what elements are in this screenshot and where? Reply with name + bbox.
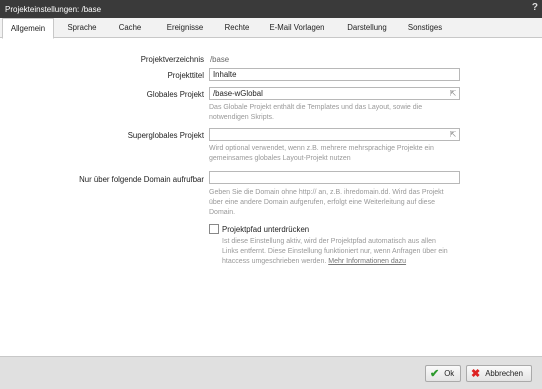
cancel-button[interactable]: ✖ Abbrechen [466,365,532,382]
globales-projekt-field[interactable]: /base-wGlobal [209,87,460,100]
projektpfad-hint-1: Ist diese Einstellung aktiv, wird der Pr… [222,238,436,245]
projektpfad-label[interactable]: Projektpfad unterdrücken [222,225,309,234]
tab-email-vorlagen[interactable]: E-Mail Vorlagen [263,18,331,38]
ok-button[interactable]: ✔ Ok [425,365,461,382]
superglobales-projekt-hint-2: gemeinsames globales Layout-Projekt nutz… [209,155,351,162]
domain-hint-3: Domain. [209,209,236,216]
projektpfad-hint-3: htaccess umgeschrieben werden. Mehr Info… [222,257,406,267]
projektpfad-hint-2: Links entfernt. Diese Einstellung funkti… [222,248,448,255]
tab-allgemein[interactable]: Allgemein [2,18,54,39]
projekttitel-field[interactable]: Inhalte [209,68,460,81]
cancel-label: Abbrechen [485,369,523,378]
domain-label: Nur über folgende Domain aufrufbar [79,175,204,184]
help-icon[interactable]: ? [532,2,538,13]
superglobales-projekt-label: Superglobales Projekt [127,131,204,140]
tab-sprache[interactable]: Sprache [60,18,104,38]
tab-rechte[interactable]: Rechte [217,18,257,38]
globales-projekt-label: Globales Projekt [146,90,204,99]
dialog-footer: ✔ Ok ✖ Abbrechen [0,356,542,389]
superglobales-projekt-field[interactable] [209,128,460,141]
globales-projekt-hint-1: Das Globale Projekt enthält die Template… [209,104,423,111]
globales-projekt-hint-2: notwendigen Skripts. [209,114,274,121]
projekttitel-label: Projekttitel [167,71,204,80]
projektverzeichnis-value: /base [210,55,230,64]
projektpfad-hint-3-text: htaccess umgeschrieben werden. [222,258,327,265]
projektpfad-checkbox[interactable] [209,224,219,234]
ok-label: Ok [444,369,455,378]
domain-field[interactable] [209,171,460,184]
window-title: Projekteinstellungen: /base [5,4,102,14]
tab-cache[interactable]: Cache [112,18,148,38]
more-info-link[interactable]: Mehr Informationen dazu [328,258,406,265]
tab-darstellung[interactable]: Darstellung [338,18,396,38]
tab-sonstiges[interactable]: Sonstiges [399,18,451,38]
project-picker-icon[interactable]: ⇱ [448,129,458,140]
tab-bar: Allgemein Sprache Cache Ereignisse Recht… [0,18,542,39]
superglobales-projekt-hint-1: Wird optional verwendet, wenn z.B. mehre… [209,145,434,152]
checkmark-icon: ✔ [430,368,440,380]
domain-hint-1: Geben Sie die Domain ohne http:// an, z.… [209,189,444,196]
close-icon: ✖ [471,368,481,380]
settings-panel: Projektverzeichnis /base Projekttitel In… [0,38,542,356]
projektverzeichnis-label: Projektverzeichnis [140,55,204,64]
project-picker-icon[interactable]: ⇱ [448,88,458,99]
domain-hint-2: über eine andere Domain aufgerufen, erfo… [209,199,435,206]
title-bar: Projekteinstellungen: /base ? [0,0,542,18]
tab-ereignisse[interactable]: Ereignisse [157,18,213,38]
